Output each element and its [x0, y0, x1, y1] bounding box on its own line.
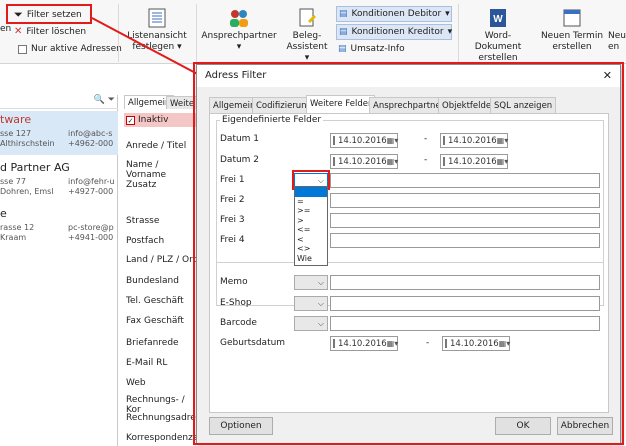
field-label: E-Mail RL — [126, 358, 168, 368]
field-label: Bundesland — [126, 276, 179, 286]
inactive-checkbox[interactable]: ✓ Inaktiv — [124, 113, 196, 127]
field-label: Tel. Geschäft — [126, 296, 184, 306]
detail-panel: Allgemein Weite ✓ Inaktiv Anrede / Titel… — [120, 95, 204, 446]
list-item[interactable]: e rasse 12 pc-store@p Kraam +4941-000 — [0, 205, 118, 249]
filter-list-icon[interactable]: ⏷ — [108, 95, 115, 105]
field-label: Name / Vorname — [126, 160, 167, 180]
list-item[interactable]: d Partner AG sse 77 info@fehr-u Dohren, … — [0, 159, 118, 203]
checkbox-checked-icon: ✓ — [126, 115, 135, 125]
field-label: Land / PLZ / Ort — [126, 255, 197, 265]
list-item[interactable]: tware sse 127 info@abc-s Althirschstein … — [0, 111, 118, 155]
field-label: Zusatz — [126, 180, 157, 190]
list-toolbar: 🔍 ⏷ — [0, 95, 118, 109]
address-list: 🔍 ⏷ tware sse 127 info@abc-s Althirschst… — [0, 95, 118, 446]
field-label: Rechnungs- / Kor — [126, 395, 185, 415]
field-label: Briefanrede — [126, 338, 179, 348]
field-label: Anrede / Titel — [126, 141, 187, 151]
field-label: Postfach — [126, 236, 165, 246]
dialog-highlight — [193, 62, 624, 445]
field-label: Strasse — [126, 216, 160, 226]
search-icon[interactable]: 🔍 — [94, 95, 105, 105]
field-label: Web — [126, 378, 146, 388]
field-label: Fax Geschäft — [126, 316, 184, 326]
field-label: Rechnungsadres — [126, 413, 201, 423]
